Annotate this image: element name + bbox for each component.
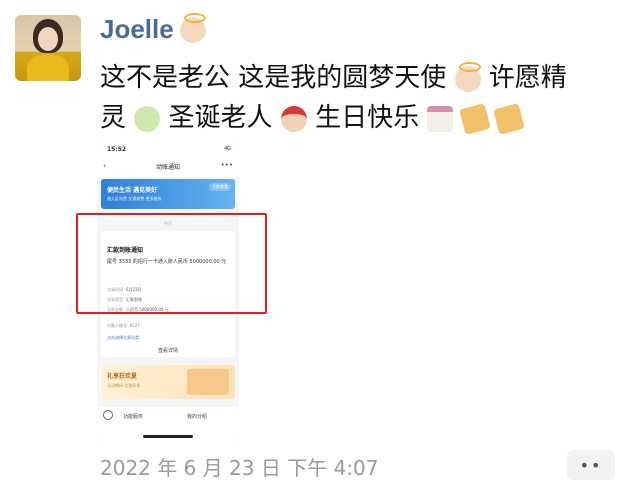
red-highlight-box: [76, 213, 267, 314]
promo-image: [187, 369, 229, 395]
message-line-2: 灵 圣诞老人 生日快乐: [100, 98, 620, 138]
status-time: 15:52: [107, 146, 127, 153]
santa-emoji-icon: [280, 105, 307, 132]
message-line-1: 这不是老公 这是我的圆梦天使 许愿精: [100, 58, 620, 98]
service-icon: [103, 410, 113, 420]
banner-tag: 立即查看: [209, 183, 231, 191]
screenshot-nav-bar: ‹ 动账通知 •••: [97, 155, 239, 177]
party-popper-emoji-icon: [458, 102, 491, 135]
tab-my-groups: 我的分组: [187, 414, 208, 420]
username[interactable]: Joelle: [100, 12, 206, 45]
post-message: 这不是老公 这是我的圆梦天使 许愿精 灵 圣诞老人 生日快乐: [100, 58, 620, 138]
promo-banner: 礼享狂欢夏 活动期间 优惠多多: [101, 365, 235, 399]
more-options-button[interactable]: ••: [567, 450, 615, 480]
message-text-4: 圣诞老人: [168, 103, 273, 133]
post-timestamp: 2022 年 6 月 23 日 下午 4:07: [100, 456, 379, 480]
message-text-1: 这不是老公 这是我的圆梦天使: [100, 63, 447, 93]
more-dots-icon: ••: [579, 455, 603, 475]
view-detail-link: 查看详情: [157, 348, 178, 354]
promo-title: 礼享狂欢夏: [107, 373, 138, 380]
party-popper-emoji-icon: [492, 102, 525, 135]
more-icon: •••: [220, 161, 233, 169]
home-indicator: [143, 435, 193, 438]
message-text-3: 灵: [100, 103, 127, 133]
banner-subtitle: 缴九区电费 交通缴费 更多服务: [107, 196, 162, 201]
avatar-face: [38, 27, 58, 51]
tab-function-service: 功能服务: [123, 414, 144, 420]
status-bar: 15:52 4G: [97, 143, 239, 155]
angel-emoji-icon: [179, 12, 206, 43]
screenshot-nav-title: 动账通知: [155, 164, 180, 171]
category-link: 点击选择交易分类: [107, 335, 139, 340]
avatar-dress: [27, 55, 69, 81]
message-text-2: 许愿精: [488, 63, 567, 93]
payer-account: 付款人账号: 8227: [107, 323, 140, 328]
status-signal: 4G: [223, 146, 231, 152]
message-text-5: 生日快乐: [315, 103, 420, 133]
username-text: Joelle: [100, 14, 174, 44]
birthday-cake-emoji-icon: [427, 105, 454, 132]
screenshot-banner: 便民生活 遇见美好 缴九区电费 交通缴费 更多服务 立即查看: [101, 179, 235, 209]
fairy-emoji-icon: [134, 105, 161, 132]
angel-emoji-icon: [454, 61, 481, 92]
banner-title: 便民生活 遇见美好: [107, 187, 158, 194]
screenshot-tab-bar: 功能服务 我的分组: [97, 407, 239, 443]
promo-subtitle: 活动期间 优惠多多: [107, 383, 141, 388]
avatar[interactable]: [15, 15, 81, 81]
